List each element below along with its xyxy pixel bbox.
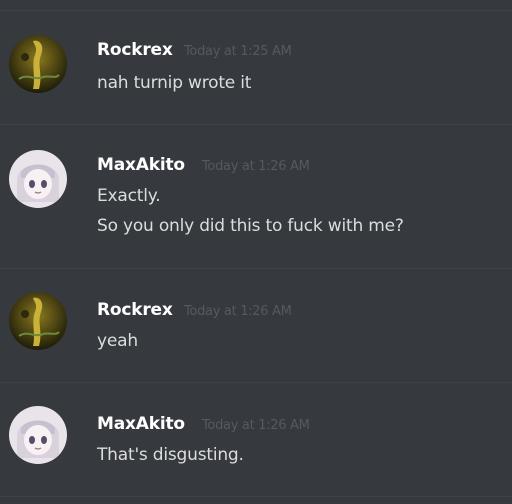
message-divider: [0, 496, 512, 497]
message-timestamp: Today at 1:26 AM: [202, 159, 310, 174]
message-text: So you only did this to fuck with me?: [97, 216, 404, 236]
chat-message-list: Rockrex Today at 1:25 AM nah turnip wrot…: [0, 0, 512, 504]
message-text: That's disgusting.: [97, 445, 244, 465]
message-author[interactable]: Rockrex: [97, 300, 173, 320]
message-timestamp: Today at 1:26 AM: [184, 304, 292, 319]
message-text: Exactly.: [97, 186, 161, 206]
maxakito-avatar-icon[interactable]: [9, 150, 67, 208]
maxakito-avatar-icon[interactable]: [9, 406, 67, 464]
message-divider: [0, 10, 512, 11]
message-timestamp: Today at 1:25 AM: [184, 44, 292, 59]
message-author[interactable]: Rockrex: [97, 40, 173, 60]
message-text: nah turnip wrote it: [97, 73, 252, 93]
message-divider: [0, 124, 512, 125]
message-author[interactable]: MaxAkito: [97, 414, 185, 434]
message-timestamp: Today at 1:26 AM: [202, 418, 310, 433]
message-author[interactable]: MaxAkito: [97, 155, 185, 175]
message-divider: [0, 382, 512, 383]
message-text: yeah: [97, 331, 138, 351]
message-divider: [0, 268, 512, 269]
rockrex-avatar-icon[interactable]: [9, 292, 67, 350]
rockrex-avatar-icon[interactable]: [9, 35, 67, 93]
